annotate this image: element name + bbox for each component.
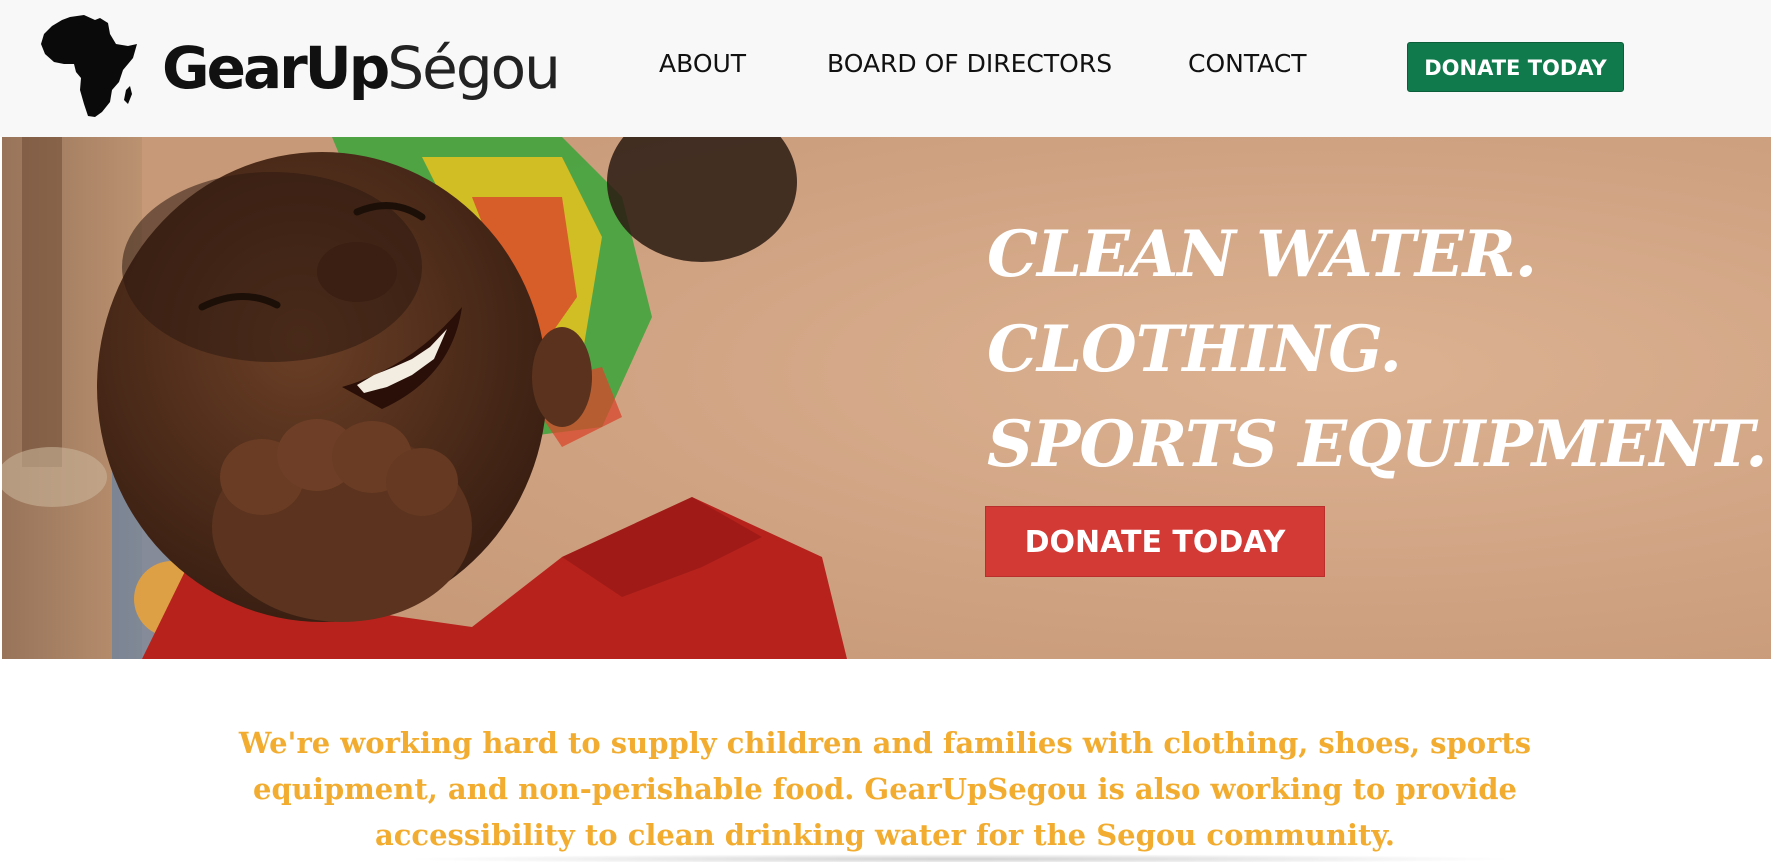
page: GearUpSégou ABOUT BOARD OF DIRECTORS CON… [0, 0, 1771, 862]
hero-line-sports-equipment: SPORTS EQUIPMENT. [987, 407, 1767, 482]
hero-line-clean-water: CLEAN WATER. [987, 217, 1537, 292]
nav-about[interactable]: ABOUT [659, 44, 746, 84]
hero-donate-button[interactable]: DONATE TODAY [985, 506, 1325, 577]
wordmark-bold: GearUp [162, 34, 390, 102]
africa-continent-icon [41, 15, 137, 117]
site-logo[interactable]: GearUpSégou [40, 14, 580, 120]
section-divider-shadow [400, 854, 1520, 862]
nav-contact[interactable]: CONTACT [1188, 44, 1307, 84]
site-header: GearUpSégou ABOUT BOARD OF DIRECTORS CON… [0, 0, 1771, 137]
nav-board-of-directors[interactable]: BOARD OF DIRECTORS [827, 44, 1112, 84]
hero-line-clothing: CLOTHING. [987, 312, 1402, 387]
site-wordmark: GearUpSégou [162, 28, 561, 108]
header-donate-button[interactable]: DONATE TODAY [1407, 42, 1624, 92]
wordmark-light: Ségou [387, 34, 561, 102]
hero-headline: CLEAN WATER. CLOTHING. SPORTS EQUIPMENT. [987, 207, 1767, 492]
mission-statement: We're working hard to supply children an… [238, 726, 1532, 852]
hero-banner: CLEAN WATER. CLOTHING. SPORTS EQUIPMENT.… [2, 137, 1771, 659]
